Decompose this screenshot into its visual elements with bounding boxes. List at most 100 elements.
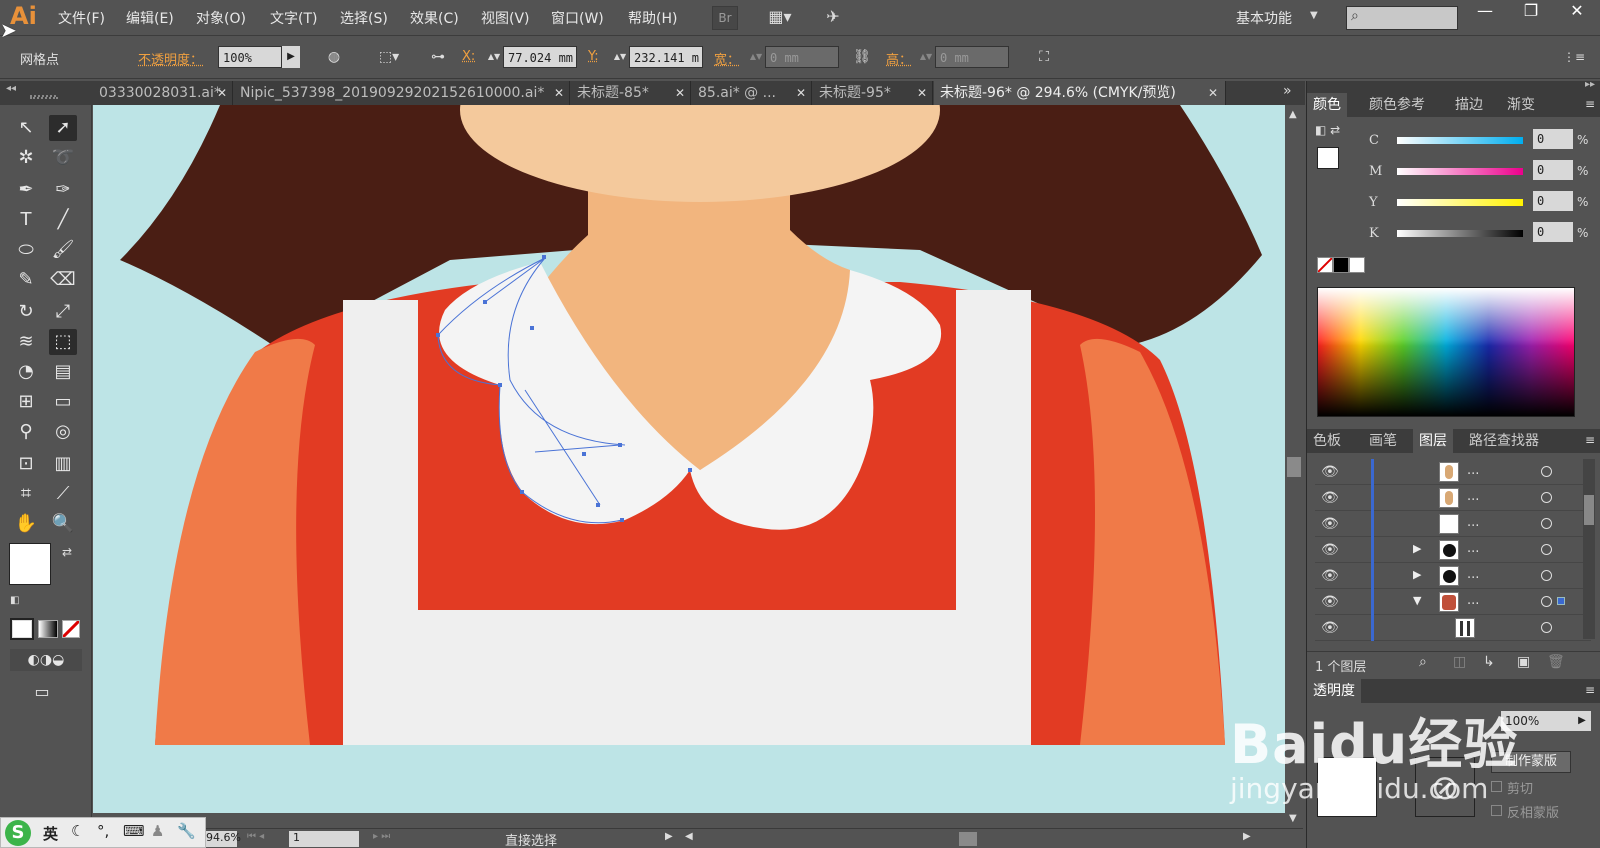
- type-tool-icon[interactable]: T: [12, 207, 40, 233]
- target-circle-icon[interactable]: [1541, 518, 1552, 529]
- menu-effect[interactable]: 效果(C): [410, 8, 459, 28]
- layer-name[interactable]: ...: [1467, 463, 1479, 478]
- tab-document-3[interactable]: 未标题-85* ✕: [571, 81, 691, 105]
- collapse-arrows-icon[interactable]: ◂◂: [6, 83, 16, 94]
- tab-swatches[interactable]: 色板: [1307, 429, 1347, 453]
- menu-view[interactable]: 视图(V): [481, 8, 530, 28]
- selection-indicator[interactable]: [1557, 597, 1565, 605]
- drawing-modes-icon[interactable]: ◐◑◒: [10, 649, 82, 671]
- delete-trash-icon[interactable]: 🗑: [1547, 654, 1565, 670]
- menu-type[interactable]: 文字(T): [270, 8, 317, 28]
- none-swatch[interactable]: [1317, 257, 1333, 273]
- selection-tool-icon[interactable]: ↖: [12, 115, 40, 141]
- opacity-arrow-icon[interactable]: ▶: [1573, 711, 1591, 731]
- target-circle-icon[interactable]: [1541, 570, 1552, 581]
- close-icon[interactable]: ✕: [217, 81, 227, 105]
- clip-checkbox[interactable]: [1491, 781, 1502, 792]
- yellow-slider[interactable]: [1397, 199, 1523, 206]
- default-colors-icon[interactable]: ◧ ⇄: [1315, 123, 1340, 137]
- menu-object[interactable]: 对象(O): [196, 8, 246, 28]
- width-stepper-icon[interactable]: ▲▼: [748, 46, 764, 68]
- artboard-canvas[interactable]: [93, 105, 1285, 813]
- fill-swatch[interactable]: [1317, 147, 1339, 169]
- tab-stroke[interactable]: 描边: [1449, 93, 1489, 117]
- eraser-tool-icon[interactable]: ⌫: [49, 267, 77, 293]
- layer-row[interactable]: 👁 ▶ ...: [1315, 537, 1591, 563]
- ime-language[interactable]: 英: [43, 823, 58, 844]
- menu-help[interactable]: 帮助(H): [628, 8, 677, 28]
- punctuation-icon[interactable]: °,: [97, 822, 109, 840]
- panel-menu-icon[interactable]: ⋮≡: [1562, 46, 1586, 68]
- blend-tool-icon[interactable]: ◎: [49, 419, 77, 445]
- workspace-switcher[interactable]: 基本功能: [1236, 8, 1292, 28]
- menu-file[interactable]: 文件(F): [58, 8, 105, 28]
- new-layer-icon[interactable]: ▣: [1517, 654, 1530, 670]
- wrench-icon[interactable]: 🔧: [177, 822, 196, 840]
- scroll-down-icon[interactable]: ▼: [1289, 813, 1297, 824]
- close-icon[interactable]: ✕: [917, 81, 927, 105]
- layer-row[interactable]: 👁 ...: [1315, 485, 1591, 511]
- perspective-grid-tool-icon[interactable]: ▤: [49, 359, 77, 385]
- height-stepper-icon[interactable]: ▲▼: [918, 46, 934, 68]
- line-tool-icon[interactable]: ╱: [49, 207, 77, 233]
- warp-tool-icon[interactable]: ≋: [12, 329, 40, 355]
- target-circle-icon[interactable]: [1541, 596, 1552, 607]
- magenta-slider[interactable]: [1397, 168, 1523, 175]
- white-swatch[interactable]: [1349, 257, 1365, 273]
- tab-document-6[interactable]: 未标题-96* @ 294.6% (CMYK/预览) ✕: [934, 81, 1226, 105]
- tab-gradient[interactable]: 渐变: [1501, 93, 1541, 117]
- pen-tool-icon[interactable]: ✒: [12, 177, 40, 203]
- tab-pathfinder[interactable]: 路径查找器: [1463, 429, 1545, 453]
- gradient-tool-icon[interactable]: ▭: [49, 389, 77, 415]
- target-circle-icon[interactable]: [1541, 622, 1552, 633]
- scale-tool-icon[interactable]: ⤢: [49, 299, 77, 325]
- search-input[interactable]: ⌕: [1346, 6, 1458, 30]
- expand-triangle-icon[interactable]: ▶: [1413, 568, 1421, 581]
- locate-object-icon[interactable]: ⌕: [1419, 654, 1427, 670]
- layer-row[interactable]: 👁 ...: [1315, 511, 1591, 537]
- graph-tool-icon[interactable]: ▥: [49, 451, 77, 477]
- make-clipping-mask-icon[interactable]: ◫: [1453, 654, 1466, 670]
- expand-triangle-icon[interactable]: ▶: [1413, 542, 1421, 555]
- layer-name[interactable]: ...: [1467, 567, 1479, 582]
- grip-handle[interactable]: [30, 97, 58, 101]
- scroll-right-icon[interactable]: ▶: [1243, 831, 1251, 842]
- magenta-input[interactable]: 0: [1533, 160, 1573, 180]
- visibility-eye-icon[interactable]: 👁: [1321, 516, 1339, 532]
- default-colors-icon[interactable]: ◧: [10, 595, 19, 606]
- menu-select[interactable]: 选择(S): [340, 8, 388, 28]
- tab-document-4[interactable]: 85.ai* @ ... ✕: [692, 81, 812, 105]
- eyedropper-tool-icon[interactable]: ⚲: [12, 419, 40, 445]
- target-circle-icon[interactable]: [1541, 492, 1552, 503]
- close-icon[interactable]: ✕: [796, 81, 806, 105]
- height-input[interactable]: 0 mm: [935, 46, 1009, 68]
- cyan-slider[interactable]: [1397, 137, 1523, 144]
- width-input[interactable]: 0 mm: [765, 46, 839, 68]
- black-slider[interactable]: [1397, 230, 1523, 237]
- scroll-up-icon[interactable]: ▲: [1289, 109, 1297, 120]
- first-artboard-icon[interactable]: ⏮ ◂: [247, 831, 264, 842]
- slice-tool-icon[interactable]: ⟋: [49, 481, 77, 507]
- hand-tool-icon[interactable]: ✋: [12, 511, 40, 537]
- paintbrush-tool-icon[interactable]: 🖌: [49, 237, 77, 263]
- visibility-eye-icon[interactable]: 👁: [1321, 464, 1339, 480]
- black-input[interactable]: 0: [1533, 222, 1573, 242]
- menu-edit[interactable]: 编辑(E): [126, 8, 174, 28]
- symbol-sprayer-tool-icon[interactable]: ⊡: [12, 451, 40, 477]
- target-circle-icon[interactable]: [1541, 544, 1552, 555]
- fill-swatch[interactable]: [9, 543, 51, 585]
- panel-menu-icon[interactable]: ≡: [1585, 97, 1595, 111]
- black-swatch[interactable]: [1333, 257, 1349, 273]
- status-menu-icon[interactable]: ▶: [665, 831, 673, 842]
- menu-window[interactable]: 窗口(W): [551, 8, 604, 28]
- yellow-input[interactable]: 0: [1533, 191, 1573, 211]
- anchor-options-icon[interactable]: ⬚▾: [372, 46, 406, 68]
- close-icon[interactable]: ✕: [1208, 81, 1218, 105]
- reference-point-icon[interactable]: ⊶: [426, 46, 450, 68]
- visibility-eye-icon[interactable]: 👁: [1321, 620, 1339, 636]
- tab-color[interactable]: 颜色: [1307, 93, 1347, 117]
- more-tabs-icon[interactable]: »: [1283, 83, 1292, 99]
- tab-layers[interactable]: 图层: [1413, 429, 1453, 453]
- sogou-logo-icon[interactable]: S: [5, 820, 31, 846]
- panel-menu-icon[interactable]: ≡: [1585, 683, 1595, 697]
